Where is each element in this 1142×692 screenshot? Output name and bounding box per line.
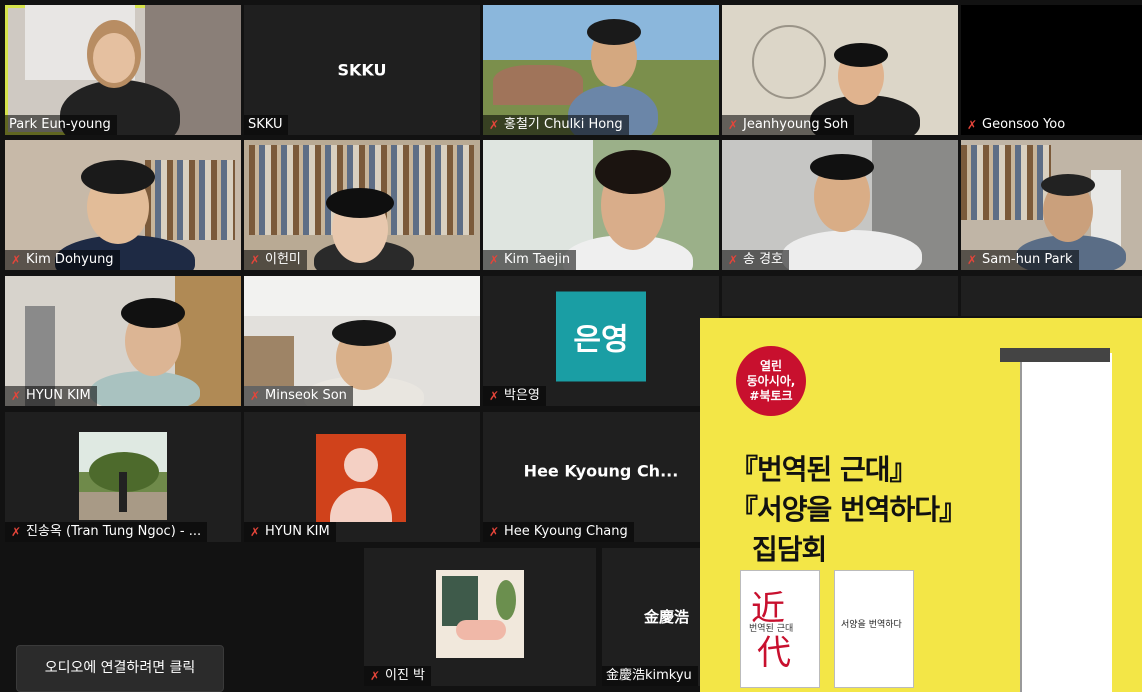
participant-name-bar: ✗ Hee Kyoung Chang (483, 522, 634, 542)
poster-badge: 열린 동아시아, #북토크 (736, 346, 806, 416)
participant-tile-hyun-kim[interactable]: ✗ HYUN KIM (5, 276, 241, 406)
participant-tile-lee-heonmi[interactable]: ✗ 이헌미 (244, 140, 480, 270)
participant-tile-empty (961, 276, 1142, 316)
book1-title: 번역된 근대 (749, 624, 794, 634)
mic-muted-icon: ✗ (727, 118, 739, 132)
mic-muted-icon: ✗ (488, 389, 500, 403)
participant-name-bar: ✗ 홍철기 Chulki Hong (483, 115, 629, 135)
mic-muted-icon: ✗ (966, 253, 978, 267)
participant-tile-empty (722, 276, 958, 316)
participant-tile-minseok-son[interactable]: ✗ Minseok Son (244, 276, 480, 406)
mic-muted-icon: ✗ (249, 389, 261, 403)
participant-name-bar: ✗ Kim Taejin (483, 250, 577, 270)
participant-tile-lee-jin-park[interactable]: ✗ 이진 박 (364, 548, 596, 686)
participant-name-bar: ✗ HYUN KIM (244, 522, 336, 542)
participant-name-bar: ✗ 이헌미 (244, 250, 307, 270)
mic-muted-icon: ✗ (369, 669, 381, 683)
participant-tile-kim-taejin[interactable]: ✗ Kim Taejin (483, 140, 719, 270)
mic-muted-icon: ✗ (10, 253, 22, 267)
mic-muted-icon: ✗ (488, 525, 500, 539)
participant-tile-geonsoo-yoo[interactable]: ✗ Geonsoo Yoo (961, 5, 1142, 135)
participant-tile-kim-dohyung[interactable]: ✗ Kim Dohyung (5, 140, 241, 270)
participant-display-name: SKKU (337, 60, 387, 80)
mic-muted-icon: ✗ (966, 118, 978, 132)
participant-name-bar: ✗ 이진 박 (364, 666, 432, 686)
participant-tile-chulki-hong[interactable]: ✗ 홍철기 Chulki Hong (483, 5, 719, 135)
mic-muted-icon: ✗ (488, 118, 500, 132)
participant-tile-park-eunyoung-2[interactable]: 은영 ✗ 박은영 (483, 276, 719, 406)
participant-tile-sam-hun-park[interactable]: ✗ Sam-hun Park (961, 140, 1142, 270)
participant-tile-hee-kyoung-chang[interactable]: Hee Kyoung Ch... ✗ Hee Kyoung Chang (483, 412, 719, 542)
mic-muted-icon: ✗ (249, 525, 261, 539)
participant-name-bar: ✗ Jeanhyoung Soh (722, 115, 855, 135)
poster-title-line1: 『번역된 근대』 (730, 453, 918, 486)
default-avatar-icon (316, 434, 406, 522)
participant-tile-song-kyeongho[interactable]: ✗ 송 경호 (722, 140, 958, 270)
participant-name-bar: 金慶浩kimkyu (602, 666, 698, 686)
participant-name-bar: ✗ HYUN KIM (5, 386, 97, 406)
mic-muted-icon: ✗ (10, 389, 22, 403)
mic-muted-icon: ✗ (10, 525, 22, 539)
poster-title-line3: 집담회 (752, 533, 827, 566)
poster-title-line2: 『서양을 번역하다』 (730, 493, 967, 526)
participant-tile-jeanhyoung-soh[interactable]: ✗ Jeanhyoung Soh (722, 5, 958, 135)
avatar: 은영 (556, 291, 646, 382)
participant-name-bar: ✗ 송 경호 (722, 250, 790, 270)
participant-name-bar: ✗ Sam-hun Park (961, 250, 1079, 270)
poster-book-spine-shadow (1000, 348, 1110, 362)
participant-name-bar: ✗ 박은영 (483, 386, 546, 406)
participant-name-bar: ✗ 진송옥 (Tran Tung Ngoc) - ... (5, 522, 208, 542)
participant-tile-skku[interactable]: SKKU SKKU (244, 5, 480, 135)
participant-tile-hyun-kim-2[interactable]: ✗ HYUN KIM (244, 412, 480, 542)
book-cover-translated-modernity: 近 代 번역된 근대 (740, 570, 820, 688)
book-cover-translating-the-west: 서양을 번역하다 (834, 570, 914, 688)
participant-display-name: 金慶浩 (644, 608, 690, 626)
participant-name-bar: ✗ Kim Dohyung (5, 250, 120, 270)
participant-display-name: Hee Kyoung Ch... (523, 461, 679, 480)
participant-name-bar: Park Eun-young (5, 115, 117, 135)
participant-name-bar: ✗ Minseok Son (244, 386, 353, 406)
profile-picture (436, 570, 524, 658)
book2-title: 서양을 번역하다 (841, 620, 902, 630)
mic-muted-icon: ✗ (727, 253, 739, 267)
join-audio-button[interactable]: 오디오에 연결하려면 클릭 (16, 645, 224, 692)
participant-name-bar: SKKU (244, 115, 289, 135)
book-talk-poster: 열린 동아시아, #북토크 『번역된 근대』 『서양을 번역하다』 집담회 近 … (700, 318, 1142, 692)
participant-tile-park-eun-young[interactable]: Park Eun-young (5, 5, 241, 135)
mic-muted-icon: ✗ (249, 253, 261, 267)
participant-name-bar: ✗ Geonsoo Yoo (961, 115, 1072, 135)
profile-picture (79, 432, 167, 520)
participant-tile-tran-tung-ngoc[interactable]: ✗ 진송옥 (Tran Tung Ngoc) - ... (5, 412, 241, 542)
mic-muted-icon: ✗ (488, 253, 500, 267)
poster-book-spine (1020, 353, 1112, 692)
